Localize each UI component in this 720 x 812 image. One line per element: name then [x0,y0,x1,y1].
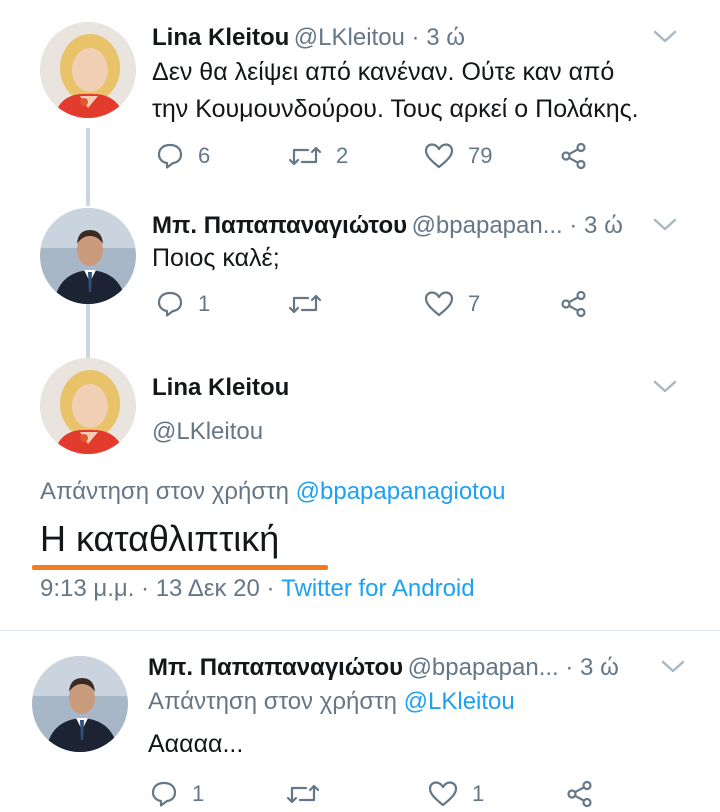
share-button[interactable] [566,780,594,808]
like-button[interactable]: 79 [424,142,492,170]
thread-line [86,128,90,206]
avatar[interactable] [40,358,136,454]
author-name[interactable]: Lina Kleitou [152,374,289,402]
retweet-icon [286,784,320,804]
chevron-down-icon[interactable] [660,658,686,676]
tweet-text: Ααααα... [148,730,244,758]
retweet-button[interactable]: 2 [288,142,348,170]
chevron-down-icon[interactable] [652,216,678,234]
tweet-text: Ποιος καλέ; [152,244,280,272]
like-button[interactable]: 7 [424,290,480,318]
avatar[interactable] [32,656,128,752]
author-name[interactable]: Μπ. Παπαπαναγιώτου [148,654,403,681]
reply-button[interactable]: 6 [156,142,210,170]
retweet-count: 2 [336,143,349,168]
share-icon [561,290,586,318]
heart-icon [428,781,458,807]
tweet-text-line: την Κουμουνδούρου. Τους αρκεί ο Πολάκης. [152,95,639,123]
like-count: 79 [468,143,493,168]
share-icon [567,780,592,808]
like-button[interactable]: 1 [428,780,484,808]
tweet-time: · 3 ώ [558,654,619,681]
reply-button[interactable]: 1 [156,290,210,318]
tweet-time: · 3 ώ [562,212,623,239]
reply-icon [157,291,183,317]
reply-count: 1 [192,781,205,806]
author-handle[interactable]: @LKleitou [294,24,405,51]
reply-button[interactable]: 1 [150,780,204,808]
retweet-button[interactable] [286,780,334,808]
retweet-button[interactable] [288,290,336,318]
share-button[interactable] [560,290,588,318]
reply-context: Απάντηση στον χρήστη @bpapapanagiotou [40,478,506,506]
reply-to-label: Απάντηση στον χρήστη [148,688,404,715]
timestamp-text: 9:13 μ.μ. · 13 Δεκ 20 · [40,575,282,602]
reply-to-user-link[interactable]: @LKleitou [404,688,515,715]
tweet-text: Δεν θα λείψει από κανέναν. Ούτε καν από … [152,54,692,128]
tweet-time: · 3 ώ [404,24,465,51]
source-link[interactable]: Twitter for Android [281,575,474,602]
heart-icon [424,291,454,317]
author-name[interactable]: Lina Kleitou [152,24,289,51]
reply-icon [157,143,183,169]
reply-count: 6 [198,143,211,168]
reply-to-label: Απάντηση στον χρήστη [40,478,296,505]
share-button[interactable] [560,142,588,170]
heart-icon [424,143,454,169]
tweet-timestamp: 9:13 μ.μ. · 13 Δεκ 20 · Twitter for Andr… [40,575,475,603]
reply-icon [151,781,177,807]
tweet-text-line: Δεν θα λείψει από κανέναν. Ούτε καν από [152,58,615,86]
like-count: 1 [472,781,485,806]
reply-count: 1 [198,291,211,316]
author-name[interactable]: Μπ. Παπαπαναγιώτου [152,212,407,239]
author-handle[interactable]: @bpapapan... [408,654,559,681]
reply-to-user-link[interactable]: @bpapapanagiotou [296,478,506,505]
tweet-header: Μπ. Παπαπαναγιώτου @bpapapan... · 3 ώ [148,654,619,682]
divider [0,630,720,631]
retweet-icon [288,294,322,314]
focused-tweet-text: Η καταθλιπτική [40,518,280,559]
chevron-down-icon[interactable] [652,28,678,46]
highlight-underline [32,565,328,570]
author-handle[interactable]: @LKleitou [152,418,263,446]
avatar[interactable] [40,22,136,118]
avatar[interactable] [40,208,136,304]
tweet-header: Μπ. Παπαπαναγιώτου @bpapapan... · 3 ώ [152,212,623,240]
share-icon [561,142,586,170]
thread-line [86,300,90,358]
author-handle[interactable]: @bpapapan... [412,212,563,239]
reply-context: Απάντηση στον χρήστη @LKleitou [148,688,515,716]
retweet-icon [288,146,322,166]
tweet-header: Lina Kleitou @LKleitou · 3 ώ [152,24,465,52]
chevron-down-icon[interactable] [652,378,678,396]
like-count: 7 [468,291,481,316]
